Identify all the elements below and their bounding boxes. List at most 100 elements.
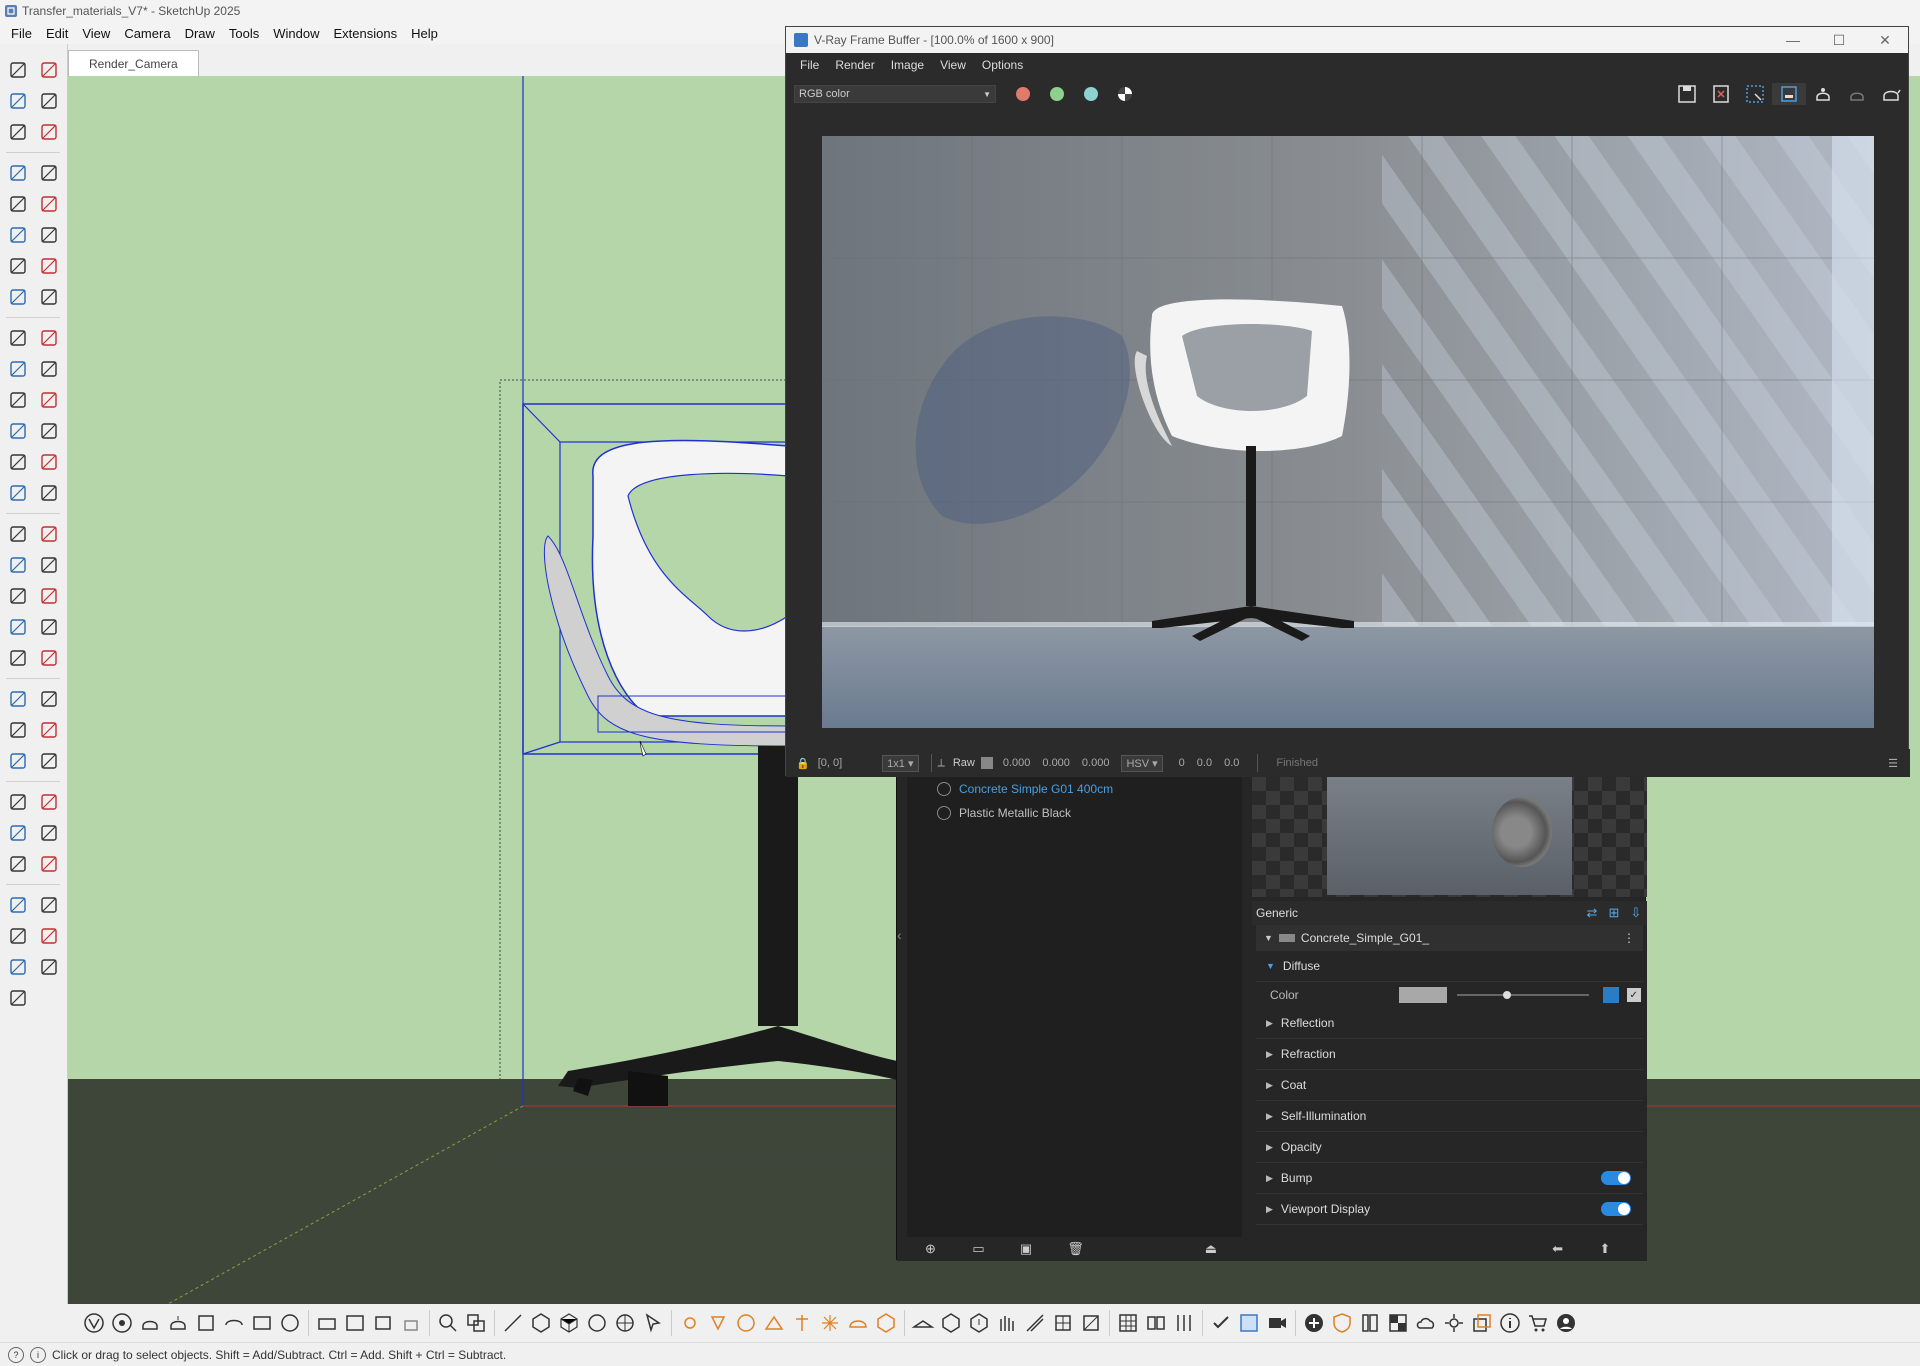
lighting-analysis-icon[interactable] bbox=[276, 1309, 304, 1337]
color-picker-icon[interactable]: ⟂ bbox=[938, 757, 945, 770]
menu-camera[interactable]: Camera bbox=[117, 26, 177, 41]
spot-light-icon[interactable] bbox=[704, 1309, 732, 1337]
geo-location-icon[interactable]: ? bbox=[8, 1346, 24, 1363]
tab-render-camera[interactable]: Render_Camera bbox=[68, 50, 199, 76]
decal-icon[interactable] bbox=[1077, 1309, 1105, 1337]
cloud-icon[interactable] bbox=[1412, 1309, 1440, 1337]
tape-measure-icon[interactable] bbox=[2, 446, 33, 477]
ies-light-icon[interactable] bbox=[788, 1309, 816, 1337]
sphere-grid-icon[interactable] bbox=[611, 1309, 639, 1337]
menu-file[interactable]: File bbox=[4, 26, 39, 41]
material-item[interactable]: Plastic Metallic Black bbox=[907, 801, 1242, 825]
vfb-menu-image[interactable]: Image bbox=[883, 58, 932, 72]
flip-icon[interactable] bbox=[33, 415, 64, 446]
close-icon[interactable]: ✕ bbox=[1862, 32, 1908, 49]
more-options-icon[interactable]: ⋮ bbox=[1623, 931, 1635, 945]
scatter-icon[interactable] bbox=[1021, 1309, 1049, 1337]
menu-draw[interactable]: Draw bbox=[178, 26, 222, 41]
3d-text-icon[interactable] bbox=[33, 518, 64, 549]
cloud-render-icon[interactable] bbox=[192, 1309, 220, 1337]
terrain-icon[interactable] bbox=[33, 714, 64, 745]
vfb-menu-render[interactable]: Render bbox=[827, 58, 882, 72]
frame-icon[interactable] bbox=[341, 1309, 369, 1337]
view-front-icon[interactable] bbox=[2, 817, 33, 848]
component-icon[interactable] bbox=[2, 116, 33, 147]
delete-icon[interactable]: 🗑 bbox=[1067, 1241, 1114, 1257]
sandbox-icon[interactable] bbox=[2, 714, 33, 745]
section-plane-icon[interactable] bbox=[33, 683, 64, 714]
grid-icon[interactable] bbox=[1114, 1309, 1142, 1337]
window-stack-icon[interactable] bbox=[1468, 1309, 1496, 1337]
view-bottom-icon[interactable] bbox=[2, 889, 33, 920]
columns-icon[interactable] bbox=[1170, 1309, 1198, 1337]
menu-view[interactable]: View bbox=[75, 26, 117, 41]
green-channel-icon[interactable] bbox=[1050, 87, 1064, 101]
vfb-menu-view[interactable]: View bbox=[932, 58, 974, 72]
frame-buffer-icon[interactable] bbox=[248, 1309, 276, 1337]
rotate-icon[interactable] bbox=[2, 353, 33, 384]
cube-icon[interactable] bbox=[527, 1309, 555, 1337]
blue-channel-icon[interactable] bbox=[1084, 87, 1098, 101]
view-left-icon[interactable] bbox=[33, 848, 64, 879]
xray-icon[interactable] bbox=[2, 920, 33, 951]
render-teapot-icon[interactable] bbox=[1806, 83, 1840, 105]
dome-light-icon[interactable] bbox=[844, 1309, 872, 1337]
slider-knob[interactable] bbox=[1502, 991, 1511, 999]
orbit-icon[interactable] bbox=[2, 549, 33, 580]
solid-icon[interactable] bbox=[499, 1309, 527, 1337]
panel-toggle-icon[interactable]: ☰ bbox=[1888, 757, 1898, 770]
save-icon[interactable]: ▣ bbox=[1020, 1241, 1067, 1257]
menu-window[interactable]: Window bbox=[266, 26, 326, 41]
axes-icon[interactable] bbox=[2, 518, 33, 549]
arc-icon[interactable] bbox=[2, 250, 33, 281]
collapse-left-icon[interactable]: ‹ bbox=[897, 927, 902, 943]
menu-edit[interactable]: Edit bbox=[39, 26, 75, 41]
rotated-rectangle-icon[interactable] bbox=[33, 188, 64, 219]
vray-render-icon[interactable] bbox=[80, 1309, 108, 1337]
follow-me-icon[interactable] bbox=[33, 353, 64, 384]
offset-icon[interactable] bbox=[33, 384, 64, 415]
mesh-light-icon[interactable] bbox=[872, 1309, 900, 1337]
plane-light-icon[interactable] bbox=[760, 1309, 788, 1337]
hidden-line-icon[interactable] bbox=[33, 951, 64, 982]
protractor-icon[interactable] bbox=[2, 477, 33, 508]
section-refraction[interactable]: ▶ Refraction bbox=[1256, 1039, 1643, 1070]
view-back-icon[interactable] bbox=[2, 848, 33, 879]
vfb-menu-options[interactable]: Options bbox=[974, 58, 1031, 72]
bump-toggle[interactable] bbox=[1601, 1171, 1631, 1185]
pencil-line-icon[interactable] bbox=[2, 157, 33, 188]
interactive-render-icon[interactable] bbox=[1874, 83, 1908, 105]
select-icon[interactable] bbox=[2, 54, 33, 85]
lock-icon[interactable]: 🔒 bbox=[796, 757, 810, 770]
sphere-light-icon[interactable] bbox=[732, 1309, 760, 1337]
swap-icon[interactable]: ⇄ bbox=[1581, 905, 1603, 921]
check-tool-icon[interactable] bbox=[1207, 1309, 1235, 1337]
textured-icon[interactable] bbox=[2, 982, 33, 1013]
walk-icon[interactable] bbox=[33, 642, 64, 673]
view-top-icon[interactable] bbox=[33, 786, 64, 817]
diffuse-enable-checkbox[interactable]: ✓ bbox=[1626, 988, 1641, 1002]
text-icon[interactable] bbox=[33, 477, 64, 508]
interactive-teapot-icon[interactable] bbox=[164, 1309, 192, 1337]
channel-select[interactable]: RGB color ▼ bbox=[794, 85, 996, 103]
section-reflection[interactable]: ▶ Reflection bbox=[1256, 1008, 1643, 1039]
library-icon[interactable] bbox=[1356, 1309, 1384, 1337]
position-camera-icon[interactable] bbox=[2, 642, 33, 673]
section-bump[interactable]: ▶ Bump bbox=[1256, 1163, 1643, 1194]
save-image-icon[interactable] bbox=[1670, 83, 1704, 105]
vray-asset-editor-icon[interactable] bbox=[108, 1309, 136, 1337]
pie-icon[interactable] bbox=[33, 250, 64, 281]
polygon-icon[interactable] bbox=[33, 219, 64, 250]
red-channel-icon[interactable] bbox=[1016, 87, 1030, 101]
back-arrow-icon[interactable]: ⬅ bbox=[1552, 1241, 1599, 1257]
mesh-clipper-icon[interactable] bbox=[1049, 1309, 1077, 1337]
menu-extensions[interactable]: Extensions bbox=[327, 26, 405, 41]
minimize-icon[interactable]: — bbox=[1770, 32, 1816, 48]
section-coat[interactable]: ▶ Coat bbox=[1256, 1070, 1643, 1101]
stamp-icon[interactable] bbox=[33, 745, 64, 776]
import-icon[interactable]: ⇩ bbox=[1625, 905, 1647, 921]
zoom-extents-icon[interactable] bbox=[2, 611, 33, 642]
two-point-arc-icon[interactable] bbox=[2, 281, 33, 312]
circle-icon[interactable] bbox=[2, 219, 33, 250]
eraser-icon[interactable] bbox=[33, 85, 64, 116]
